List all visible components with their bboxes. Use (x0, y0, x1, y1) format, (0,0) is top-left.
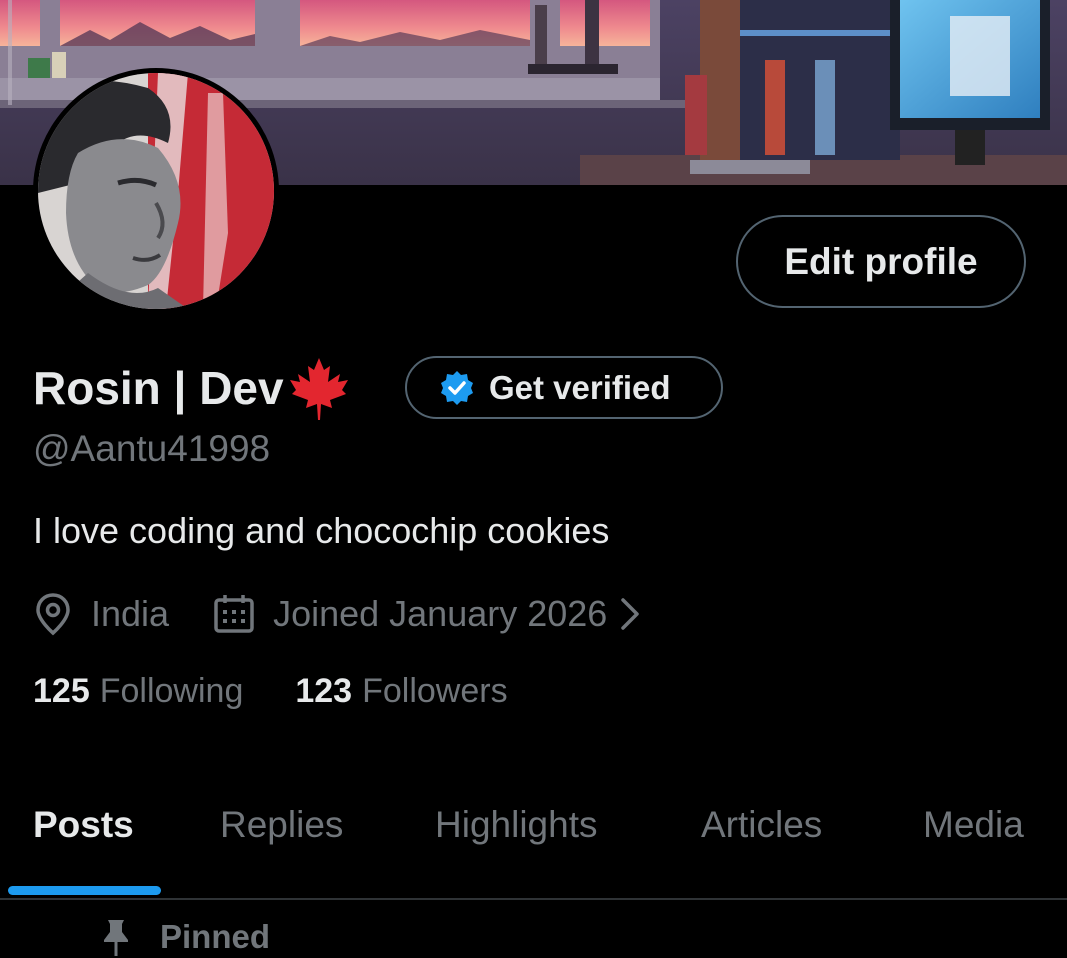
display-name-row: Rosin | Dev (33, 354, 352, 422)
following-link[interactable]: 125 Following (33, 672, 243, 711)
pinned-text: Pinned (160, 918, 271, 955)
followers-link[interactable]: 123 Followers (295, 672, 507, 711)
user-bio: I love coding and chocochip cookies (33, 510, 610, 551)
tab-articles[interactable]: Articles (701, 804, 822, 846)
pin-icon (104, 920, 128, 956)
tab-media[interactable]: Media (923, 804, 1024, 846)
location-item: India (33, 592, 169, 636)
avatar-image (38, 73, 274, 309)
tab-posts[interactable]: Posts (33, 804, 134, 846)
calendar-icon (214, 595, 254, 633)
tabs-divider (0, 898, 1067, 900)
display-name: Rosin | Dev (33, 362, 284, 414)
profile-meta: India Joined January 2026 (33, 590, 659, 638)
follow-counts: 125 Following 123 Followers (33, 672, 508, 711)
location-pin-icon (36, 593, 70, 636)
user-handle: @Aantu41998 (33, 428, 271, 469)
pinned-label-row: Pinned (100, 918, 270, 956)
profile-tabs: Posts Replies Highlights Articles Media (0, 790, 1067, 900)
verified-badge-icon (439, 370, 475, 406)
profile-page: Edit profile Rosin | Dev Get verified @A… (0, 0, 1067, 958)
joined-date-item[interactable]: Joined January 2026 (213, 593, 659, 635)
maple-leaf-icon (286, 356, 352, 420)
tab-replies[interactable]: Replies (220, 804, 343, 846)
get-verified-button[interactable]: Get verified (405, 356, 723, 419)
followers-label: Followers (362, 672, 508, 710)
profile-avatar[interactable] (33, 68, 279, 314)
active-tab-indicator (8, 886, 161, 895)
edit-profile-button[interactable]: Edit profile (736, 215, 1026, 308)
chevron-right-icon (621, 598, 640, 630)
joined-text: Joined January 2026 (273, 593, 608, 634)
following-count: 125 (33, 672, 90, 710)
tab-highlights[interactable]: Highlights (435, 804, 597, 846)
following-label: Following (99, 672, 244, 710)
followers-count: 123 (295, 672, 353, 710)
location-text: India (91, 593, 170, 634)
get-verified-label: Get verified (489, 368, 671, 406)
